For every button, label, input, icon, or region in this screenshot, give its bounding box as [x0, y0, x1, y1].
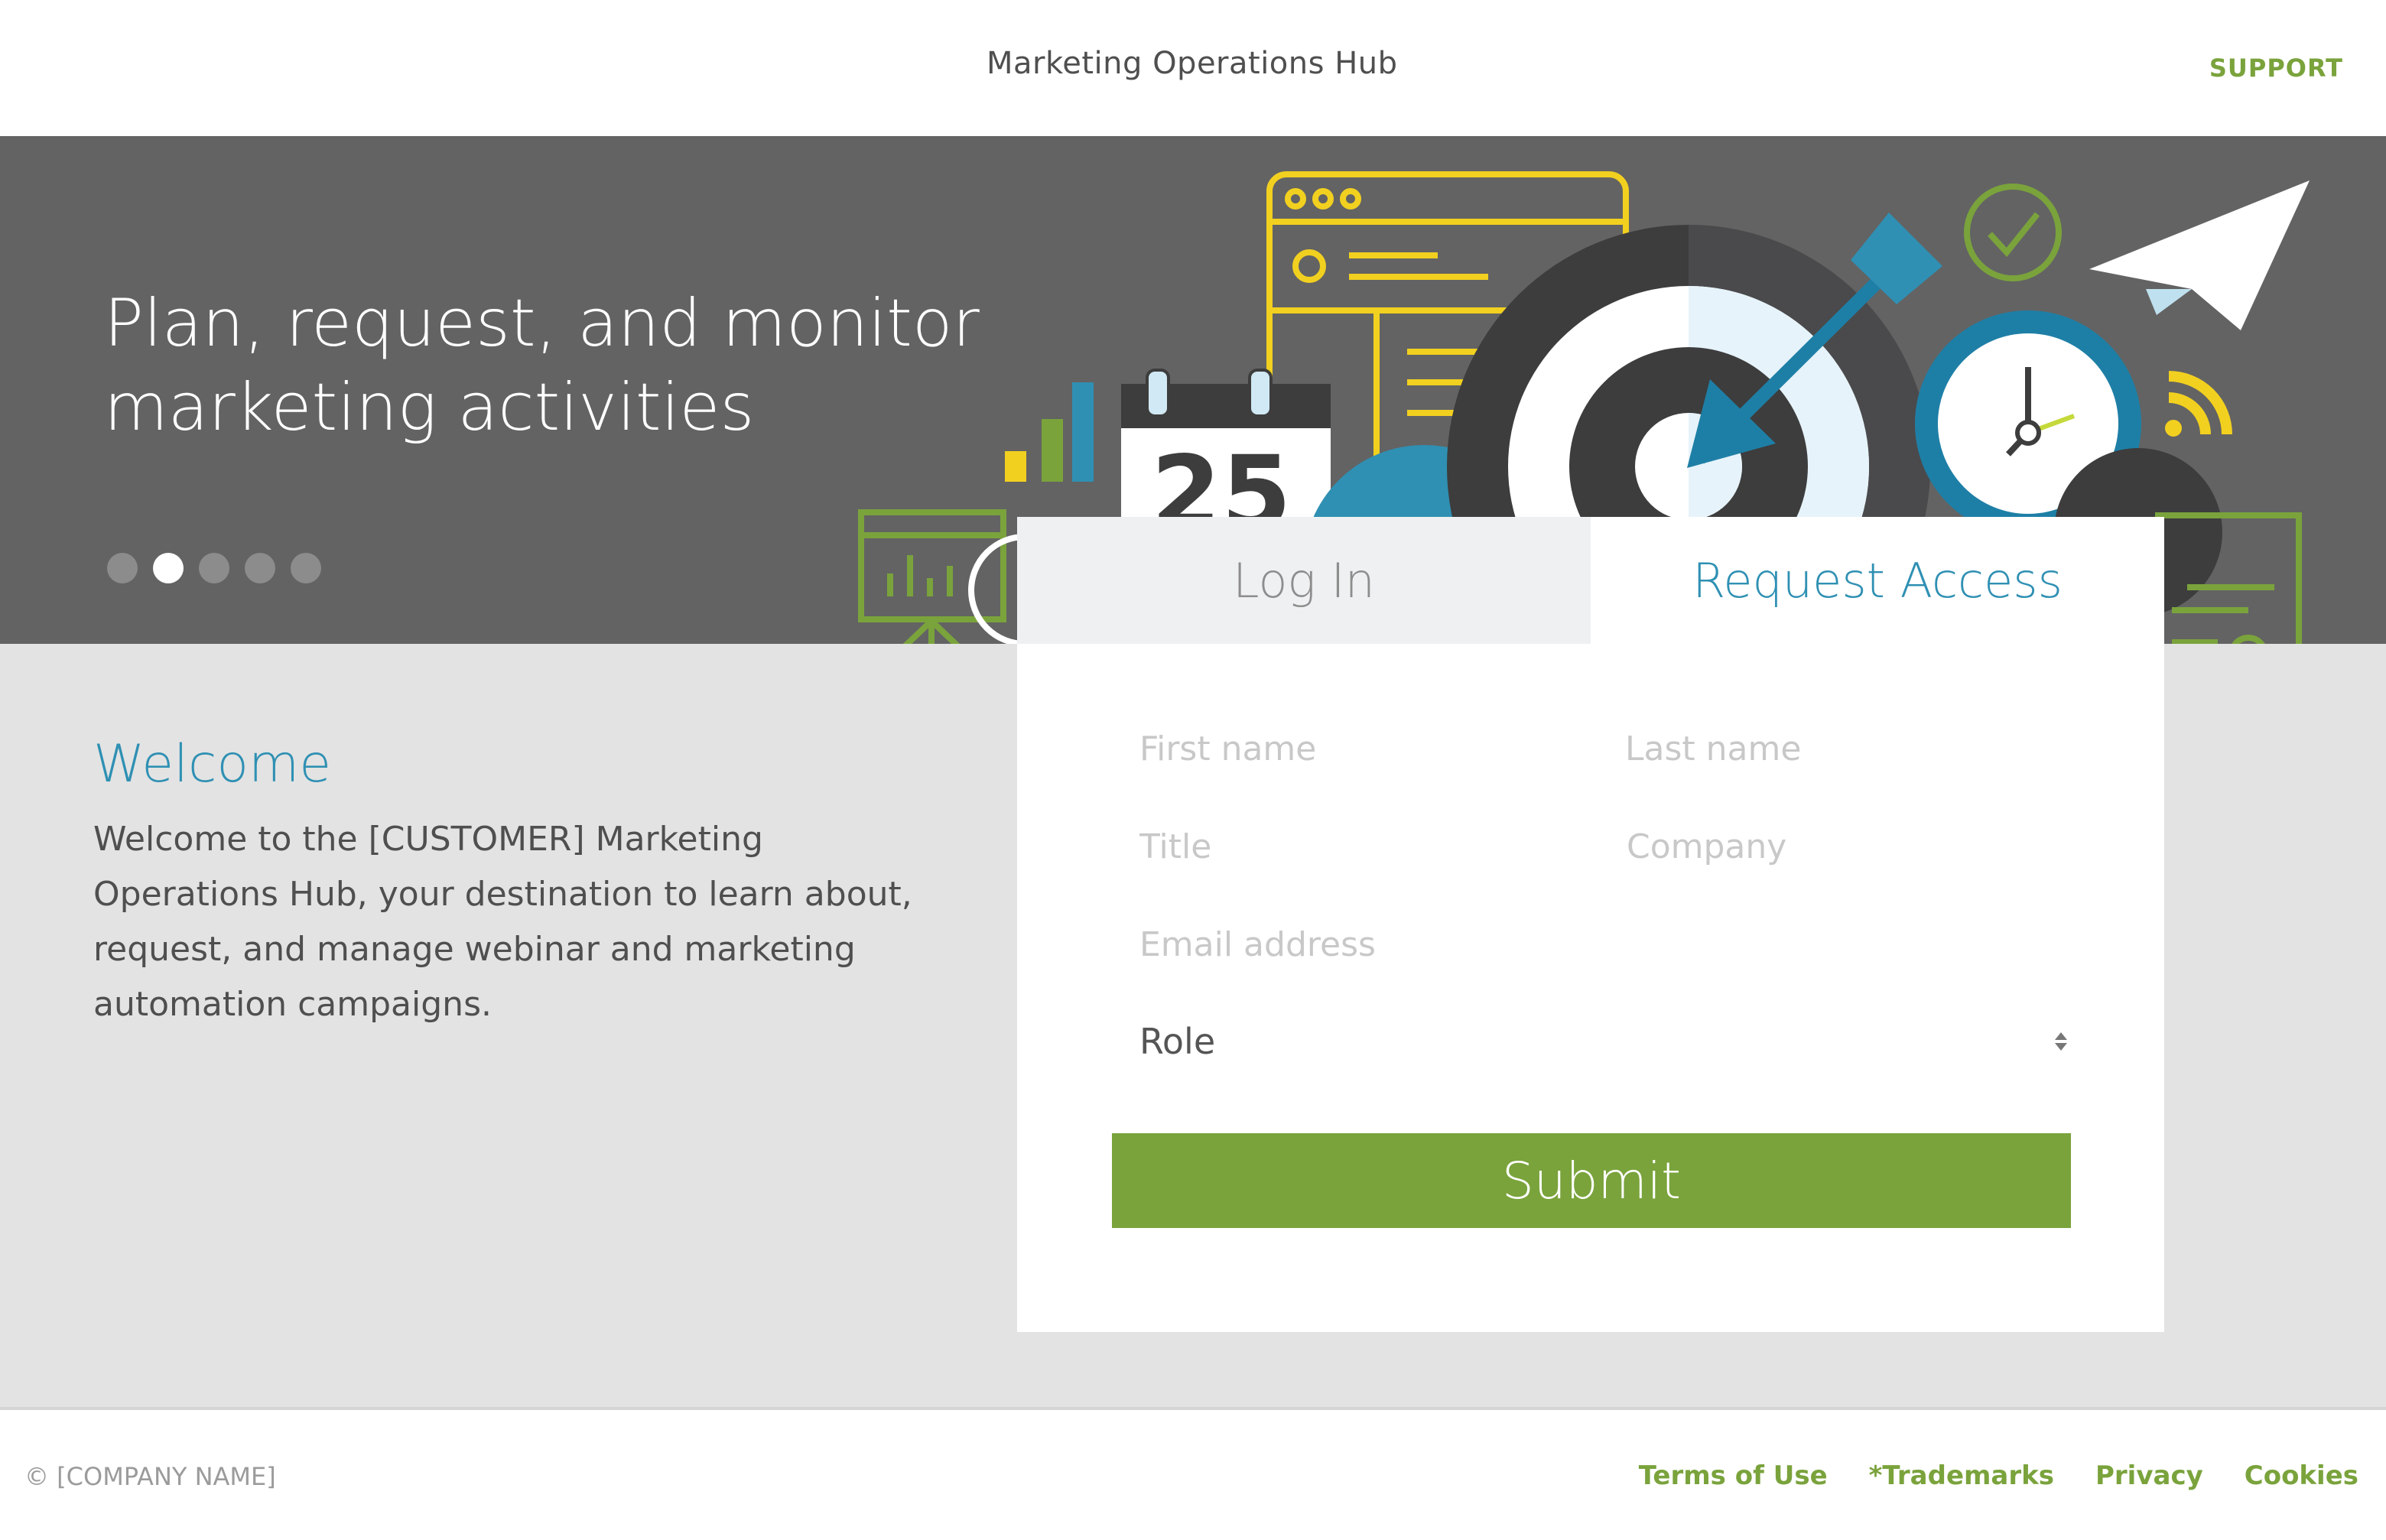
checkmark-icon — [1964, 184, 2062, 281]
privacy-link[interactable]: Privacy — [2095, 1460, 2203, 1491]
tab-log-in[interactable]: Log In — [1017, 517, 1591, 644]
access-form-panel: Log In Request Access Role Submit — [1017, 517, 2164, 1332]
paper-plane-icon — [2089, 180, 2310, 330]
carousel-dots — [107, 553, 321, 583]
carousel-dot-1[interactable] — [107, 553, 138, 583]
welcome-title: Welcome — [93, 734, 332, 794]
support-link[interactable]: SUPPORT — [2209, 54, 2343, 83]
trademarks-link[interactable]: *Trademarks — [1869, 1460, 2054, 1491]
cookies-link[interactable]: Cookies — [2245, 1460, 2358, 1491]
last-name-field[interactable] — [1625, 722, 2053, 775]
carousel-dot-4[interactable] — [245, 553, 275, 583]
tab-request-access[interactable]: Request Access — [1591, 517, 2164, 644]
carousel-dot-3[interactable] — [199, 553, 229, 583]
select-arrows-icon — [2050, 1026, 2072, 1057]
copyright-text: © [COMPANY NAME] — [24, 1462, 276, 1491]
carousel-dot-2[interactable] — [153, 553, 184, 583]
company-field[interactable] — [1627, 820, 2055, 873]
email-field[interactable] — [1139, 918, 2057, 971]
footer-links: Terms of Use *Trademarks Privacy Cookies — [1639, 1460, 2358, 1491]
carousel-dot-5[interactable] — [291, 553, 321, 583]
presentation-board-icon — [858, 509, 1006, 655]
app-title: Marketing Operations Hub — [987, 46, 1398, 81]
top-header: Marketing Operations Hub SUPPORT — [0, 0, 2386, 136]
bar-chart-icon — [1005, 382, 1094, 482]
form-tabs: Log In Request Access — [1017, 517, 2164, 644]
role-select-value: Role — [1139, 1021, 1216, 1062]
first-name-field[interactable] — [1139, 722, 1568, 775]
welcome-text: Welcome to the [CUSTOMER] Marketing Oper… — [93, 820, 912, 1024]
role-select[interactable]: Role — [1139, 1012, 2072, 1071]
terms-of-use-link[interactable]: Terms of Use — [1639, 1460, 1828, 1491]
rss-icon — [2165, 371, 2232, 437]
page-footer: © [COMPANY NAME] Terms of Use *Trademark… — [0, 1407, 2386, 1540]
title-field[interactable] — [1139, 820, 1568, 873]
submit-button[interactable]: Submit — [1112, 1133, 2071, 1228]
